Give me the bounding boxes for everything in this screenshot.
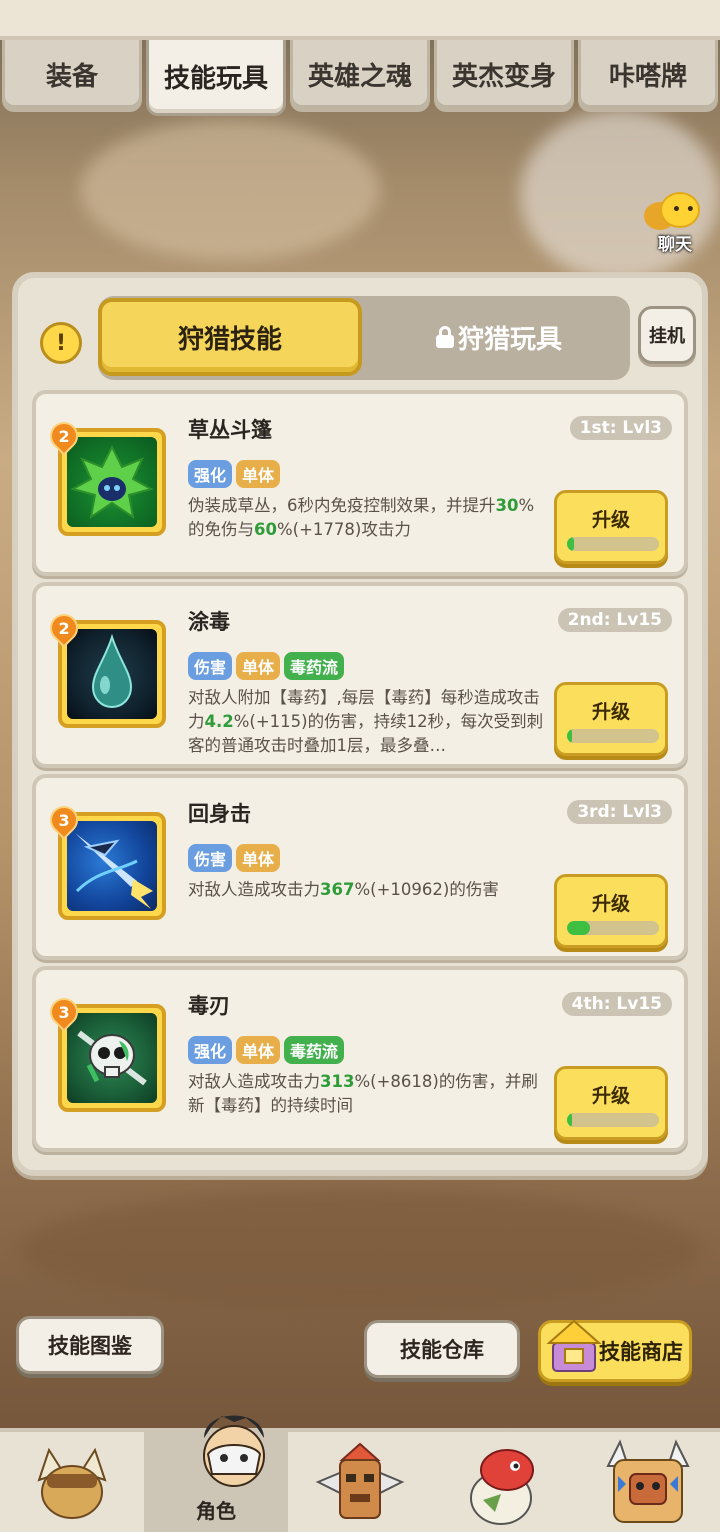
idle-button[interactable]: 挂机: [638, 306, 696, 364]
skill-name: 草丛斗篷: [188, 418, 272, 442]
sub-tab-bar: 狩猎技能 狩猎玩具: [98, 296, 630, 380]
upgrade-progress-bar: [567, 1113, 659, 1127]
upgrade-label: 升级: [591, 1085, 630, 1107]
upgrade-label: 升级: [591, 701, 630, 723]
skill-name: 回身击: [188, 802, 251, 826]
upgrade-button[interactable]: 升级: [554, 490, 668, 564]
tab-hero-soul[interactable]: 英雄之魂: [290, 40, 430, 112]
skill-list: 2 草丛斗篷 1st: Lvl3 强化 单体 伪装成草丛，6秒内免疫控制效果，并…: [32, 390, 688, 1158]
skill-name: 毒刃: [188, 994, 230, 1018]
nav-item-pet[interactable]: [432, 1432, 576, 1532]
shop-stall-icon: [547, 1319, 601, 1372]
skill-storage-button[interactable]: 技能仓库: [364, 1320, 520, 1378]
tab-hunting-toys-label: 狩猎玩具: [457, 324, 562, 355]
dino-pet-icon: [470, 1449, 534, 1525]
skill-shop-label: 技能商店: [599, 1340, 683, 1364]
chat-button[interactable]: • • 聊天: [640, 188, 710, 255]
skill-tags: 强化 单体: [188, 460, 281, 488]
skill-rank-badge: 3rd: Lvl3: [567, 800, 672, 824]
nav-label-character: 角色: [196, 1499, 236, 1523]
skill-tag: 单体: [236, 652, 281, 680]
skill-tag: 毒药流: [284, 1036, 345, 1064]
skill-name: 涂毒: [188, 610, 230, 634]
tab-equipment[interactable]: 装备: [2, 40, 142, 112]
info-icon[interactable]: !: [40, 322, 82, 364]
upgrade-button[interactable]: 升级: [554, 682, 668, 756]
skill-description: 对敌人附加【毒药】,每层【毒药】每秒造成攻击力4.2%(+115)的伤害，持续1…: [188, 688, 544, 755]
skill-tag: 伤害: [188, 652, 233, 680]
skill-card: 2 涂毒 2nd: Lv15 伤害 单体 毒药流 对敌人附加【毒药】,每层【毒药…: [32, 582, 688, 768]
upgrade-progress-bar: [567, 537, 659, 551]
skill-description: 对敌人造成攻击力367%(+10962)的伤害: [188, 880, 499, 899]
skill-shop-button[interactable]: 技能商店: [538, 1319, 692, 1382]
skill-tags: 伤害 单体 毒药流: [188, 652, 345, 680]
skill-card: 2 草丛斗篷 1st: Lvl3 强化 单体 伪装成草丛，6秒内免疫控制效果，并…: [32, 390, 688, 576]
beast-hat-icon: [37, 1447, 107, 1519]
skill-card: 3 毒刃 4th: Lv15 强化 单体 毒药流 对敌人造成攻击力313%(+8…: [32, 966, 688, 1152]
upgrade-button[interactable]: 升级: [554, 1066, 668, 1140]
upgrade-label: 升级: [591, 509, 630, 531]
bottom-nav: 角色: [0, 1415, 720, 1532]
upgrade-progress-bar: [567, 921, 659, 935]
nav-item-beast[interactable]: [0, 1432, 144, 1532]
chat-label: 聊天: [658, 235, 692, 255]
upgrade-label: 升级: [591, 893, 630, 915]
lock-icon: [435, 326, 454, 348]
tab-kada-cards[interactable]: 咔嗒牌: [578, 40, 718, 112]
skill-description: 伪装成草丛，6秒内免疫控制效果，并提升30%的免伤与60%(+1778)攻击力: [188, 496, 535, 539]
skill-rank-badge: 1st: Lvl3: [569, 416, 672, 440]
skill-tag: 单体: [236, 460, 281, 488]
upgrade-progress-bar: [567, 729, 659, 743]
skill-tags: 伤害 单体: [188, 844, 281, 872]
skill-panel: ! 狩猎技能 狩猎玩具 挂机 2 草丛斗篷 1st: Lvl3 强化 单体 伪装…: [12, 272, 708, 1176]
skill-rank-badge: 4th: Lv15: [561, 992, 672, 1016]
tab-hero-transform[interactable]: 英杰变身: [434, 40, 574, 112]
tab-skill-toys[interactable]: 技能玩具: [146, 40, 286, 116]
skill-tags: 强化 单体 毒药流: [188, 1036, 345, 1064]
skill-tag: 单体: [236, 844, 281, 872]
tab-hunting-toys[interactable]: 狩猎玩具: [368, 298, 630, 376]
skill-tag: 强化: [188, 1036, 233, 1064]
hero-character-icon: [203, 1415, 265, 1487]
tab-hunting-skills[interactable]: 狩猎技能: [98, 298, 362, 376]
skill-tag: 毒药流: [284, 652, 345, 680]
skill-description: 对敌人造成攻击力313%(+8618)的伤害，并刷新【毒药】的持续时间: [188, 1072, 538, 1115]
skill-tag: 伤害: [188, 844, 233, 872]
skill-card: 3 回身击 3rd: Lvl3 伤害 单体 对敌人造成攻击力367%(+1096…: [32, 774, 688, 960]
totem-mask-icon: [315, 1442, 405, 1519]
tiki-monster-icon: [606, 1439, 690, 1523]
skill-catalog-button[interactable]: 技能图鉴: [16, 1316, 164, 1374]
top-tab-bar: 装备 技能玩具 英雄之魂 英杰变身 咔嗒牌: [0, 40, 720, 116]
skill-tag: 强化: [188, 460, 233, 488]
upgrade-button[interactable]: 升级: [554, 874, 668, 948]
top-strip: [0, 0, 720, 40]
nav-item-totem[interactable]: [288, 1432, 432, 1532]
nav-item-character[interactable]: 角色: [144, 1415, 288, 1532]
nav-item-monster[interactable]: [576, 1432, 720, 1532]
skill-rank-badge: 2nd: Lv15: [557, 608, 672, 632]
skill-tag: 单体: [236, 1036, 281, 1064]
